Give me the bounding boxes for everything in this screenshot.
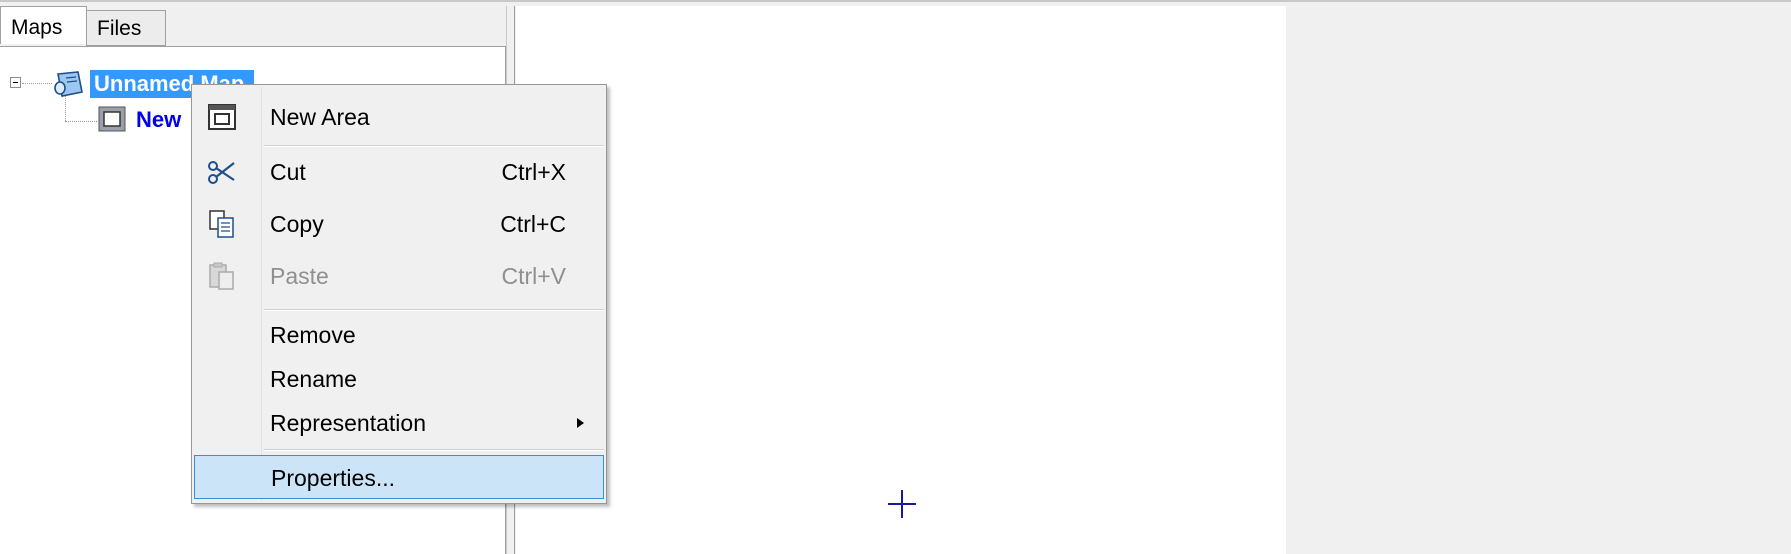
menu-item-label: Properties... — [271, 465, 395, 491]
submenu-arrow-icon — [577, 418, 584, 428]
tree-node-area[interactable]: New — [136, 106, 181, 134]
tree-connector — [22, 83, 52, 84]
map-canvas[interactable] — [516, 6, 1286, 554]
menu-item-label: Rename — [270, 366, 357, 392]
canvas-margin — [1286, 6, 1791, 554]
tab-files-label: Files — [97, 17, 142, 40]
menu-separator — [264, 309, 604, 311]
scissors-icon — [208, 161, 235, 184]
tab-files[interactable]: Files — [86, 10, 166, 46]
menu-item-remove[interactable]: Remove — [194, 313, 604, 357]
tree-connector — [65, 121, 97, 122]
area-icon — [98, 106, 126, 132]
menu-separator — [264, 449, 604, 451]
menu-item-label: Remove — [270, 322, 356, 348]
menu-item-properties[interactable]: Properties... — [194, 455, 604, 499]
window-top-border — [0, 0, 1791, 2]
menu-item-rename[interactable]: Rename — [194, 357, 604, 401]
menu-item-representation[interactable]: Representation — [194, 401, 604, 445]
menu-item-label: Representation — [270, 410, 426, 436]
new-area-icon — [208, 104, 236, 130]
copy-icon — [209, 210, 234, 238]
menu-item-new-area[interactable]: New Area — [194, 95, 604, 139]
map-scroll-icon — [54, 71, 83, 97]
menu-item-shortcut: Ctrl+C — [500, 211, 566, 237]
paste-icon — [209, 262, 234, 290]
menu-item-label: Copy — [270, 211, 324, 237]
menu-separator — [264, 145, 604, 147]
menu-item-label: Paste — [270, 263, 329, 289]
tree-collapse-toggle[interactable] — [10, 77, 21, 88]
context-menu: New Area Cut Ctrl+X Copy Ctrl+C Paste Ct… — [191, 84, 607, 504]
menu-item-shortcut: Ctrl+X — [501, 159, 566, 185]
crosshair-cursor-icon — [888, 490, 916, 518]
menu-item-label: Cut — [270, 159, 306, 185]
menu-item-label: New Area — [270, 104, 370, 130]
menu-item-copy[interactable]: Copy Ctrl+C — [194, 202, 604, 246]
menu-item-cut[interactable]: Cut Ctrl+X — [194, 150, 604, 194]
tree-connector — [65, 96, 66, 121]
tab-maps[interactable]: Maps — [0, 6, 87, 44]
tab-maps-label: Maps — [11, 16, 63, 39]
menu-item-shortcut: Ctrl+V — [501, 263, 566, 289]
menu-item-paste[interactable]: Paste Ctrl+V — [194, 254, 604, 298]
